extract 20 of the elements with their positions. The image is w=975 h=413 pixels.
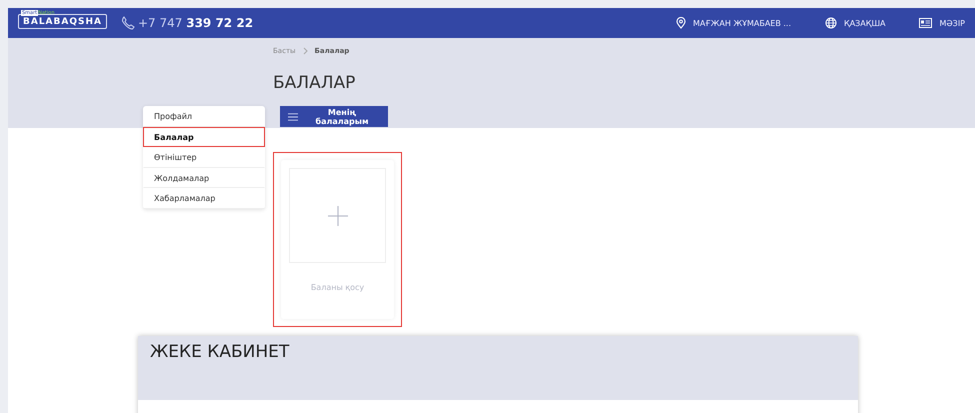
- chevron-right-icon: [302, 47, 308, 55]
- add-child-label: Баланы қосу: [310, 283, 364, 292]
- location-pin-icon: [676, 17, 686, 29]
- phone-number[interactable]: +7 747 339 72 22: [138, 16, 254, 30]
- menu-icon: [288, 112, 298, 120]
- sidebar-item[interactable]: Өтініштер: [143, 147, 265, 168]
- sidebar-item[interactable]: Хабарламалар: [143, 188, 265, 209]
- plus-icon: [328, 206, 348, 226]
- sidebar-item[interactable]: Жолдамалар: [143, 168, 265, 188]
- nav-link[interactable]: ҚАЗАҚША: [844, 18, 886, 28]
- sidebar-item[interactable]: Балалар: [143, 126, 265, 148]
- globe-icon: [825, 17, 838, 29]
- id-card-icon: [919, 18, 932, 28]
- page-title: БАЛАЛАР: [273, 73, 356, 93]
- phone-icon: [120, 16, 135, 30]
- my-children-tab[interactable]: Менің балаларым: [280, 106, 388, 127]
- sidebar-item[interactable]: Профайл: [143, 106, 265, 127]
- nav-link[interactable]: МАҒЖАН ЖҰМАБАЕВ ...: [693, 18, 792, 28]
- nav-link[interactable]: МӘЗІР: [939, 18, 965, 28]
- cabinet-title: ЖЕКЕ КАБИНЕТ: [150, 342, 290, 362]
